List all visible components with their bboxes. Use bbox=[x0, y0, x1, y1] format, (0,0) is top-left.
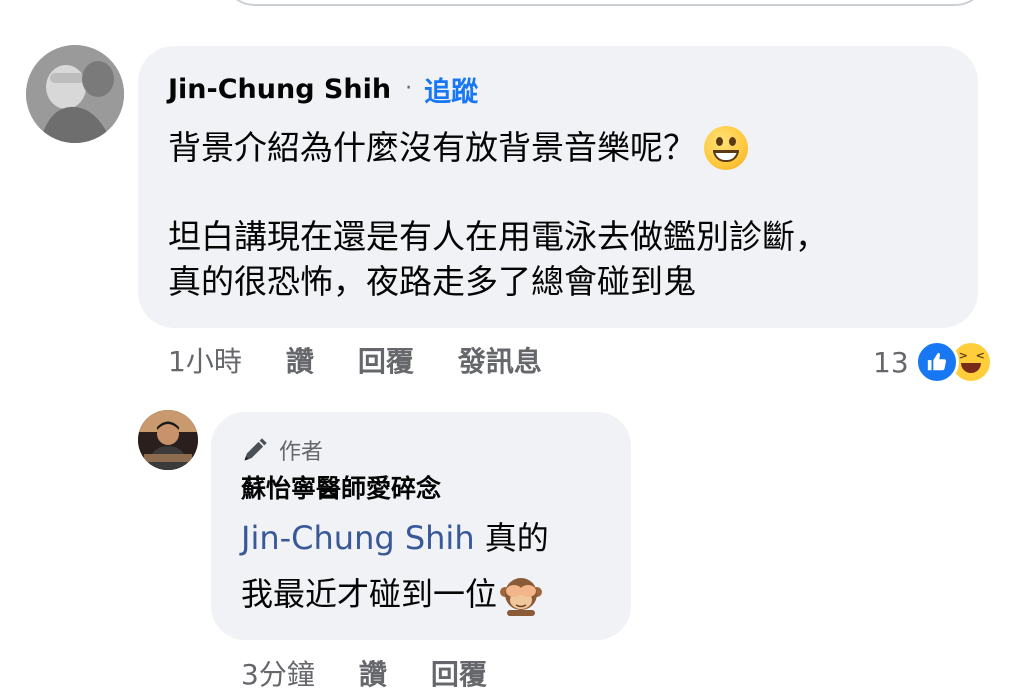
follow-link[interactable]: 追蹤 bbox=[424, 70, 478, 109]
grinning-face-icon bbox=[704, 126, 748, 170]
reply-text-line: 我最近才碰到一位 bbox=[241, 572, 601, 616]
reply-timestamp[interactable]: 3分鐘 bbox=[241, 653, 315, 693]
reaction-count: 13 bbox=[873, 345, 909, 379]
comment-timestamp[interactable]: 1小時 bbox=[168, 340, 242, 380]
reply-text-line: Jin-Chung Shih 真的 bbox=[241, 516, 601, 560]
avatar-photo bbox=[138, 410, 198, 470]
like-button[interactable]: 讚 bbox=[286, 340, 314, 380]
comment-text: 背景介紹為什麼沒有放背景音樂呢？ bbox=[168, 128, 696, 167]
mention-link[interactable]: Jin-Chung Shih bbox=[241, 519, 475, 557]
reply-button[interactable]: 回覆 bbox=[358, 340, 414, 380]
avatar[interactable] bbox=[138, 410, 198, 470]
reply-text: 真的 bbox=[474, 519, 549, 557]
comment-header: Jin-Chung Shih · 追蹤 bbox=[168, 68, 948, 110]
avatar[interactable] bbox=[26, 45, 124, 143]
comment-author-name[interactable]: Jin-Chung Shih bbox=[168, 74, 391, 105]
comment-bubble: Jin-Chung Shih · 追蹤 背景介紹為什麼沒有放背景音樂呢？ 坦白講… bbox=[138, 46, 978, 328]
separator-dot: · bbox=[405, 76, 413, 101]
author-badge-label: 作者 bbox=[279, 440, 324, 465]
like-button[interactable]: 讚 bbox=[359, 653, 387, 693]
reply-actions: 3分鐘 讚 回覆 bbox=[241, 653, 531, 693]
reply-bubble: 作者 蘇怡寧醫師愛碎念 Jin-Chung Shih 真的 我最近才碰到一位 bbox=[211, 412, 631, 640]
comment-input-box[interactable] bbox=[222, 0, 988, 6]
comment-text-line: 背景介紹為什麼沒有放背景音樂呢？ bbox=[168, 126, 948, 170]
comment-text: 真的很恐怖，夜路走多了總會碰到鬼 bbox=[168, 262, 696, 301]
reply-author-name[interactable]: 蘇怡寧醫師愛碎念 bbox=[241, 472, 601, 506]
reply-button[interactable]: 回覆 bbox=[431, 653, 487, 693]
reply-text: 我最近才碰到一位 bbox=[241, 575, 498, 613]
author-badge: 作者 bbox=[241, 434, 601, 466]
comment-actions: 1小時 讚 回覆 發訊息 bbox=[168, 340, 586, 380]
like-icon bbox=[914, 340, 959, 384]
see-no-evil-monkey-icon bbox=[500, 578, 543, 616]
reaction-summary[interactable]: 13 bbox=[873, 340, 993, 384]
pen-icon bbox=[244, 438, 267, 461]
message-button[interactable]: 發訊息 bbox=[458, 340, 542, 380]
avatar-photo bbox=[26, 45, 124, 143]
comment-text: 坦白講現在還是有人在用電泳去做鑑別診斷， bbox=[168, 217, 828, 256]
